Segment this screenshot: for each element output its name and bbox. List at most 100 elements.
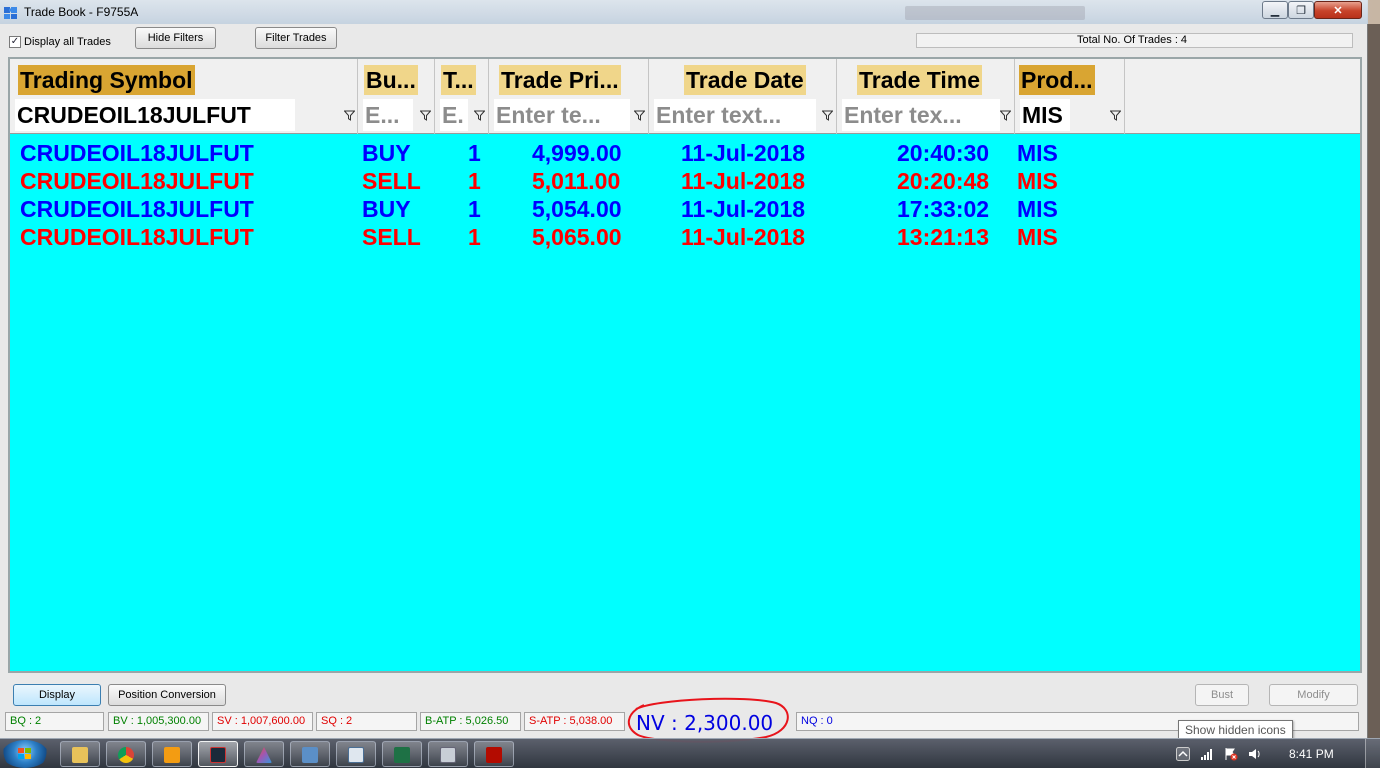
- media-player-icon: [164, 747, 180, 763]
- column-header-product[interactable]: Prod...: [1015, 59, 1125, 97]
- cell-trade-date: 11-Jul-2018: [681, 168, 806, 194]
- cell-trade-date: 11-Jul-2018: [681, 224, 806, 250]
- minimize-icon: ▁: [1270, 4, 1280, 17]
- table-row[interactable]: CRUDEOIL18JULFUT SELL 1 5,065.00 11-Jul-…: [10, 223, 1360, 251]
- cell-trade-date: 11-Jul-2018: [681, 140, 806, 166]
- taskbar-media-player[interactable]: [152, 741, 192, 767]
- start-button[interactable]: [2, 740, 48, 768]
- table-row[interactable]: CRUDEOIL18JULFUT SELL 1 5,011.00 11-Jul-…: [10, 167, 1360, 195]
- status-sell-qty: SQ : 2: [316, 712, 417, 731]
- taskbar-network-app[interactable]: [290, 741, 330, 767]
- minimize-button[interactable]: ▁: [1262, 1, 1288, 19]
- filter-funnel-icon[interactable]: [344, 110, 355, 121]
- filter-input-buy-sell[interactable]: E...: [363, 99, 413, 131]
- filter-funnel-icon[interactable]: [420, 110, 431, 121]
- taskbar-window-app[interactable]: [336, 741, 376, 767]
- network-icon: [302, 747, 318, 763]
- taskbar-triangle-app[interactable]: [244, 741, 284, 767]
- column-header-trade-qty[interactable]: T...: [435, 59, 489, 97]
- display-all-trades-checkbox[interactable]: ✓: [9, 36, 21, 48]
- trade-grid[interactable]: Trading Symbol Bu... T... Trade Pri... T…: [8, 57, 1362, 673]
- filter-cell-trade-date: Enter text...: [649, 97, 837, 134]
- action-center-flag-icon[interactable]: [1224, 747, 1238, 761]
- filter-input-trade-time[interactable]: Enter tex...: [842, 99, 1000, 131]
- taskbar-calculator[interactable]: [428, 741, 468, 767]
- taskbar-pdf-reader[interactable]: [474, 741, 514, 767]
- display-button[interactable]: Display: [13, 684, 101, 706]
- maximize-icon: ❐: [1296, 4, 1306, 17]
- filter-input-trading-symbol[interactable]: CRUDEOIL18JULFUT: [15, 99, 295, 131]
- taskbar-file-explorer[interactable]: [60, 741, 100, 767]
- chrome-icon: [118, 747, 134, 763]
- cell-trading-symbol: CRUDEOIL18JULFUT: [20, 196, 254, 222]
- column-header-row: Trading Symbol Bu... T... Trade Pri... T…: [10, 59, 1360, 97]
- status-sell-atp: S-ATP : 5,038.00: [524, 712, 625, 731]
- column-header-trade-price[interactable]: Trade Pri...: [489, 59, 649, 97]
- windows-logo-icon: [18, 748, 31, 759]
- column-header-trade-date[interactable]: Trade Date: [649, 59, 837, 97]
- filter-cell-trade-price: Enter te...: [489, 97, 649, 134]
- modify-button[interactable]: Modify: [1269, 684, 1358, 706]
- filter-input-trade-price[interactable]: Enter te...: [494, 99, 630, 131]
- table-row[interactable]: CRUDEOIL18JULFUT BUY 1 5,054.00 11-Jul-2…: [10, 195, 1360, 223]
- background-window-blur: [905, 6, 1085, 20]
- filter-input-trade-date[interactable]: Enter text...: [654, 99, 816, 131]
- taskbar-excel[interactable]: [382, 741, 422, 767]
- cell-buy-sell: SELL: [362, 168, 421, 194]
- cell-trade-price: 4,999.00: [532, 140, 622, 166]
- filter-funnel-icon[interactable]: [822, 110, 833, 121]
- cell-product: MIS: [1017, 196, 1058, 222]
- calculator-icon: [440, 747, 456, 763]
- cell-buy-sell: BUY: [362, 196, 411, 222]
- cell-trade-time: 20:40:30: [897, 140, 990, 166]
- cell-trade-price: 5,054.00: [532, 196, 622, 222]
- cell-trade-qty: 1: [468, 224, 481, 250]
- system-clock[interactable]: 8:41 PM: [1289, 747, 1334, 761]
- filter-funnel-icon[interactable]: [1000, 110, 1011, 121]
- status-buy-qty: BQ : 2: [5, 712, 104, 731]
- cell-trade-qty: 1: [468, 196, 481, 222]
- filter-cell-product: MIS: [1015, 97, 1125, 134]
- pdf-reader-icon: [486, 747, 502, 763]
- trading-terminal-icon: [210, 747, 226, 763]
- column-header-trade-time[interactable]: Trade Time: [837, 59, 1015, 97]
- taskbar-chrome[interactable]: [106, 741, 146, 767]
- cell-product: MIS: [1017, 224, 1058, 250]
- column-header-label: Bu...: [364, 65, 418, 95]
- filter-funnel-icon[interactable]: [1110, 110, 1121, 121]
- show-hidden-icons-icon[interactable]: [1176, 747, 1190, 761]
- filter-funnel-icon[interactable]: [634, 110, 645, 121]
- maximize-button[interactable]: ❐: [1288, 1, 1314, 19]
- cell-product: MIS: [1017, 140, 1058, 166]
- hide-filters-button[interactable]: Hide Filters: [135, 27, 216, 49]
- bust-button[interactable]: Bust: [1195, 684, 1249, 706]
- triangle-app-icon: [256, 747, 272, 763]
- display-all-trades-label[interactable]: Display all Trades: [24, 36, 111, 48]
- column-header-label: T...: [441, 65, 476, 95]
- network-signal-icon[interactable]: [1200, 747, 1214, 761]
- column-header-label: Trade Date: [684, 65, 806, 95]
- volume-icon[interactable]: [1248, 747, 1262, 761]
- status-buy-atp: B-ATP : 5,026.50: [420, 712, 521, 731]
- total-trades-count: Total No. Of Trades : 4: [1077, 34, 1188, 46]
- cell-trade-price: 5,011.00: [532, 168, 621, 194]
- taskbar-trading-terminal[interactable]: [198, 741, 238, 767]
- show-desktop-button[interactable]: [1365, 739, 1380, 768]
- column-header-trading-symbol[interactable]: Trading Symbol: [10, 59, 358, 97]
- close-button[interactable]: ✕: [1314, 1, 1362, 19]
- toolbar: ✓ Display all Trades Hide Filters Filter…: [0, 26, 1368, 54]
- column-header-label: Prod...: [1019, 65, 1095, 95]
- filter-funnel-icon[interactable]: [474, 110, 485, 121]
- table-row[interactable]: CRUDEOIL18JULFUT BUY 1 4,999.00 11-Jul-2…: [10, 139, 1360, 167]
- position-conversion-button[interactable]: Position Conversion: [108, 684, 226, 706]
- filter-input-product[interactable]: MIS: [1020, 99, 1070, 131]
- file-explorer-icon: [72, 747, 88, 763]
- filter-input-trade-qty[interactable]: E.: [440, 99, 468, 131]
- column-header-label: Trading Symbol: [18, 65, 195, 95]
- title-bar[interactable]: Trade Book - F9755A ▁ ❐ ✕: [0, 0, 1368, 24]
- column-header-buy-sell[interactable]: Bu...: [358, 59, 435, 97]
- red-circle-annotation: [628, 697, 789, 743]
- cell-trade-time: 20:20:48: [897, 168, 990, 194]
- cell-trading-symbol: CRUDEOIL18JULFUT: [20, 168, 254, 194]
- filter-trades-button[interactable]: Filter Trades: [255, 27, 337, 49]
